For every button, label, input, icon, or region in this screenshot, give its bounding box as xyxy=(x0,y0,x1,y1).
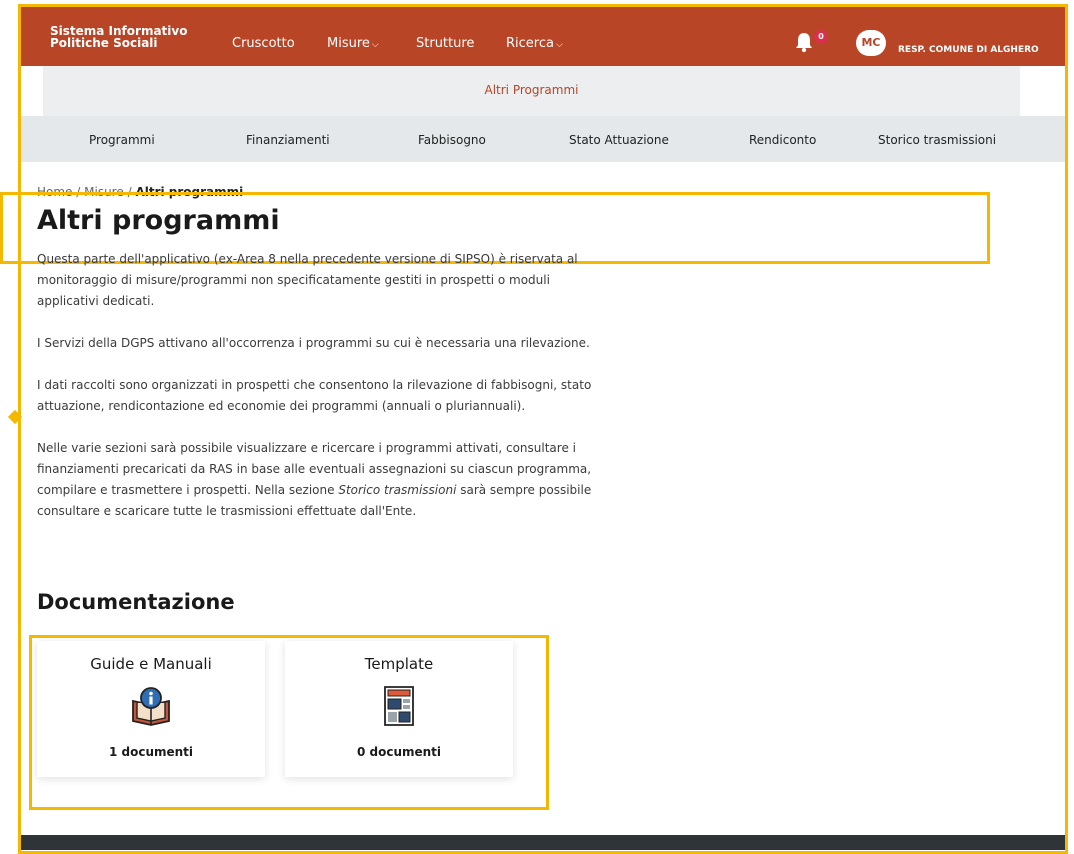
highlight-frame xyxy=(18,4,1068,854)
